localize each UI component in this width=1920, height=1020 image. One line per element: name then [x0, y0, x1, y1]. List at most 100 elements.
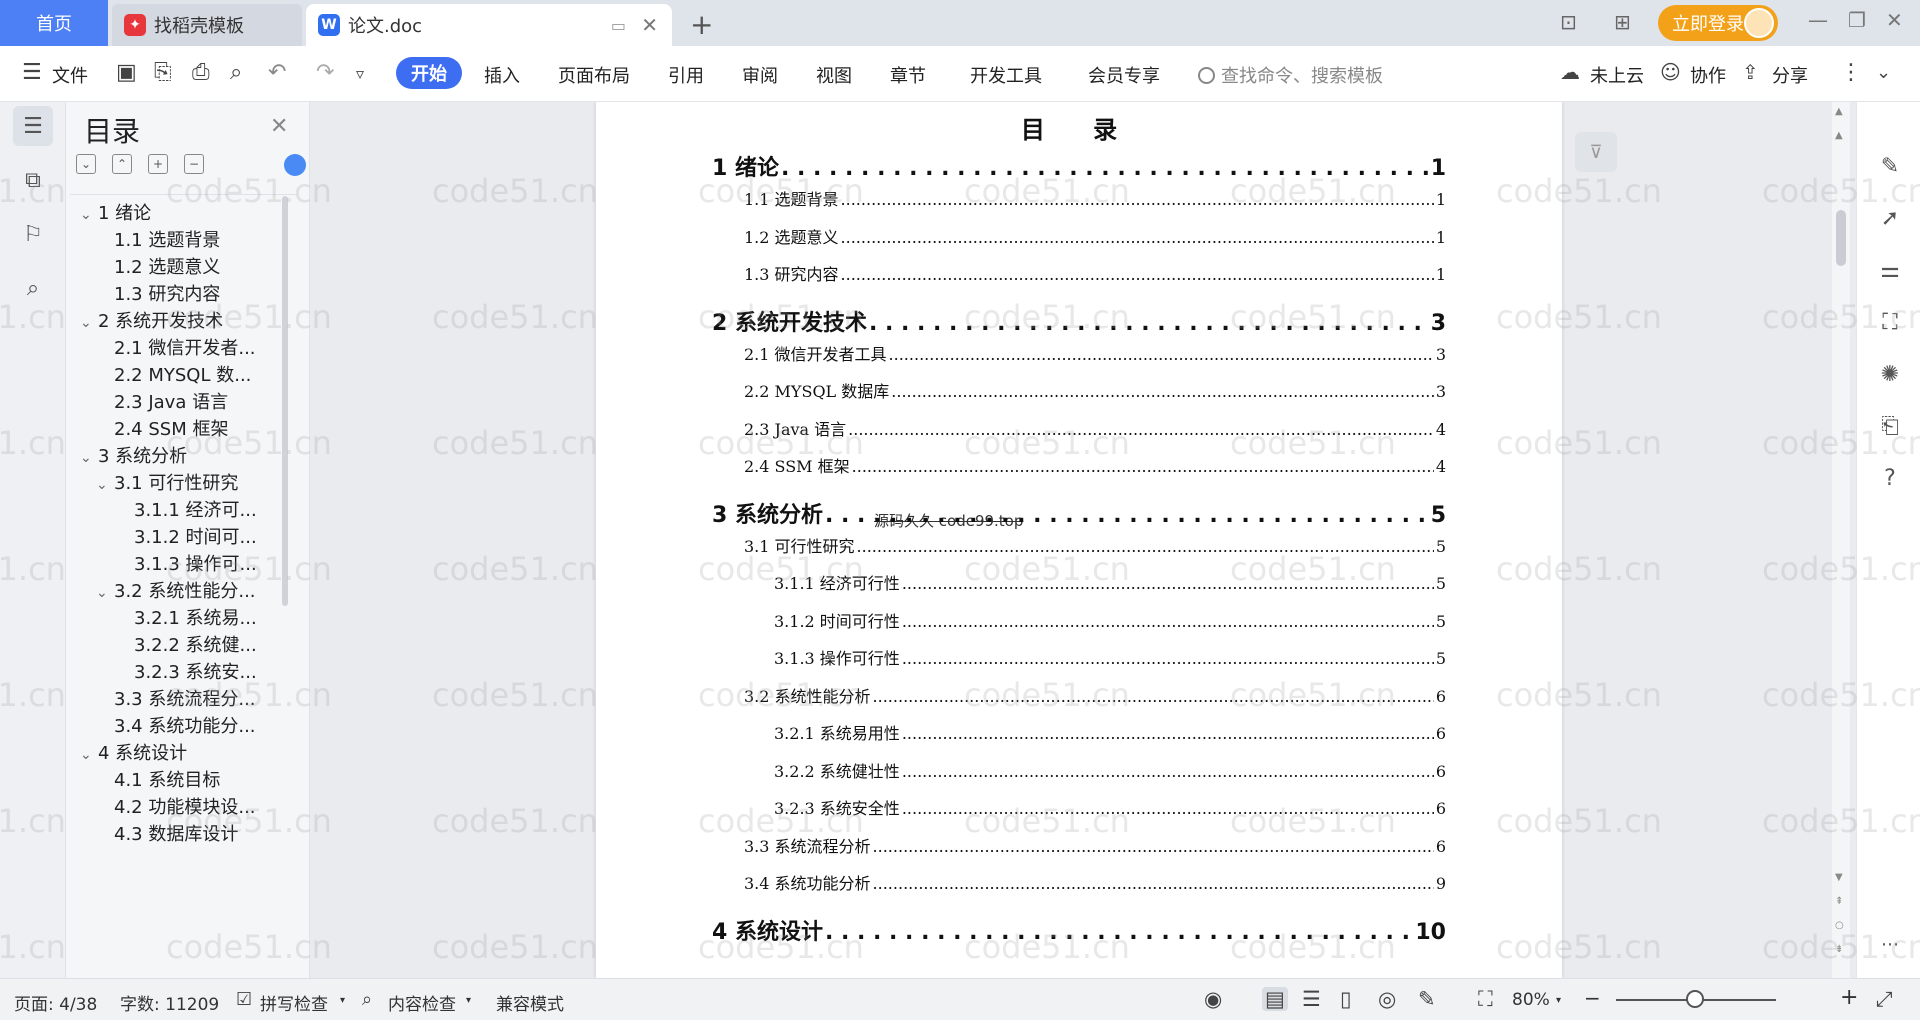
chevron-down-icon[interactable]: ⌄	[96, 477, 114, 493]
print-icon[interactable]: ⎙	[192, 60, 210, 85]
file-menu[interactable]: 文件	[52, 62, 88, 88]
toc-tree-item[interactable]: 2.2 MYSQL 数...	[114, 361, 296, 391]
toc-tree-item[interactable]: ⌄ 4 系统设计	[80, 739, 296, 769]
chevron-down-icon[interactable]: ⌄	[80, 315, 98, 331]
cloud-status[interactable]: 未上云	[1590, 62, 1644, 88]
ai-icon[interactable]: ✺	[1877, 362, 1903, 387]
toc-entry[interactable]: 2.3 Java 语言.............................…	[744, 416, 1446, 440]
add-heading-icon[interactable]: +	[148, 154, 168, 174]
chevron-down-icon[interactable]: ⌄	[80, 747, 98, 763]
toc-entry[interactable]: 2 系统开发技术 . . . . . . . . . . . . . . . .…	[712, 305, 1446, 337]
content-check-button[interactable]: 内容检查	[388, 990, 456, 1015]
toc-tree-item[interactable]: 3.1.3 操作可...	[134, 550, 296, 580]
select-cursor-icon[interactable]: ➚	[1877, 206, 1903, 231]
layout-icon[interactable]: ⊡	[1560, 10, 1577, 34]
toc-tree-item[interactable]: 2.3 Java 语言	[114, 388, 296, 418]
read-view-icon[interactable]: ▯	[1340, 987, 1352, 1011]
toc-tree-item[interactable]: 3.2.1 系统易...	[134, 604, 296, 634]
help-icon[interactable]: ?	[1877, 466, 1903, 491]
toc-entry[interactable]: 3.3 系统流程分析..............................…	[744, 833, 1446, 857]
chevron-down-icon[interactable]: ⌄	[80, 207, 98, 223]
page-indicator[interactable]: 页面: 4/38	[14, 990, 97, 1015]
write-view-icon[interactable]: ✎	[1418, 987, 1436, 1011]
tab-home[interactable]: 首页	[0, 0, 108, 46]
close-icon[interactable]: ✕	[270, 114, 288, 139]
collapse-ribbon-icon[interactable]: ⌄	[1876, 62, 1891, 83]
quick-access-dropdown-icon[interactable]: ▿	[356, 64, 364, 83]
toc-entry[interactable]: 3.1.1 经济可行性.............................…	[774, 570, 1446, 594]
toc-tree-item[interactable]: 3.4 系统功能分...	[114, 712, 296, 742]
ribbon-tab-developer[interactable]: 开发工具	[970, 62, 1042, 88]
share-button[interactable]: 分享	[1772, 62, 1808, 88]
zoom-slider-knob[interactable]	[1686, 990, 1704, 1008]
float-toolbar-toggle-icon[interactable]: ⊽	[1575, 132, 1617, 172]
minimize-icon[interactable]: —	[1808, 8, 1828, 32]
monitor-icon[interactable]: ▭	[611, 16, 626, 35]
document-page[interactable]: 目 录 源码久久 code99.top 1 绪论 . . . . . . . .…	[596, 102, 1562, 978]
toc-tree-item[interactable]: ⌄ 2 系统开发技术	[80, 307, 296, 337]
remove-heading-icon[interactable]: −	[184, 154, 204, 174]
toc-tree-item[interactable]: ⌄ 3 系统分析	[80, 442, 296, 472]
chevron-down-icon[interactable]: ▾	[340, 995, 345, 1006]
more-icon[interactable]: ⋯	[1877, 934, 1903, 955]
eye-protect-icon[interactable]: ◉	[1204, 987, 1222, 1011]
expand-all-icon[interactable]: ⌄	[76, 154, 96, 174]
cloud-icon[interactable]: ☁	[1560, 60, 1580, 84]
toc-tree-item[interactable]: 4.2 功能模块设...	[114, 793, 296, 823]
fullscreen-icon[interactable]: ⤢	[1876, 987, 1893, 1012]
outline-icon[interactable]: ⧉	[13, 160, 53, 200]
restore-icon[interactable]: ❐	[1848, 8, 1866, 32]
ribbon-tab-references[interactable]: 引用	[668, 62, 704, 88]
scroll-down-icon[interactable]: ▼	[1835, 872, 1843, 883]
find-icon[interactable]: ⌕	[13, 268, 53, 308]
menu-icon[interactable]: ☰	[22, 60, 42, 85]
ai-assistant-icon[interactable]	[284, 154, 306, 176]
new-tab-icon[interactable]: +	[690, 8, 713, 41]
collapse-all-icon[interactable]: ⌃	[112, 154, 132, 174]
apps-grid-icon[interactable]: ⊞	[1614, 10, 1631, 34]
toc-entry[interactable]: 3.1.3 操作可行性.............................…	[774, 645, 1446, 669]
select-browse-icon[interactable]: ○	[1835, 920, 1844, 931]
scroll-up-icon[interactable]: ▲	[1835, 130, 1843, 141]
web-view-icon[interactable]: ◎	[1378, 987, 1396, 1011]
vertical-scrollbar[interactable]: ▲ ▲ ▼ ⇞ ○ ⇟	[1832, 102, 1850, 978]
chevron-down-icon[interactable]: ▾	[1556, 995, 1561, 1006]
toc-tree-item[interactable]: ⌄ 3.1 可行性研究	[96, 469, 296, 499]
toc-entry[interactable]: 1.3 研究内容................................…	[744, 261, 1446, 285]
page-view-icon[interactable]: ▤	[1262, 987, 1288, 1011]
ribbon-tab-start[interactable]: 开始	[396, 57, 462, 89]
prev-page-icon[interactable]: ⇞	[1835, 896, 1843, 907]
toc-tree-item[interactable]: 1.2 选题意义	[114, 253, 296, 283]
toc-entry[interactable]: 3.1 可行性研究...............................…	[744, 533, 1446, 557]
export-pdf-icon[interactable]: ⎘	[154, 60, 172, 85]
toc-entry[interactable]: 4 系统设计 . . . . . . . . . . . . . . . . .…	[712, 914, 1446, 946]
toc-panel-icon[interactable]: ☰	[13, 106, 53, 146]
outline-view-icon[interactable]: ☰	[1302, 987, 1321, 1011]
ribbon-tab-chapter[interactable]: 章节	[890, 62, 926, 88]
toc-entry[interactable]: 3.2.2 系统健壮性.............................…	[774, 758, 1446, 782]
toc-tree-item[interactable]: 3.3 系统流程分...	[114, 685, 296, 715]
ribbon-tab-page-layout[interactable]: 页面布局	[558, 62, 630, 88]
chevron-down-icon[interactable]: ⌄	[80, 450, 98, 466]
toc-tree-item[interactable]: ⌄ 1 绪论	[80, 199, 296, 229]
toc-scrollbar[interactable]	[282, 196, 288, 606]
toc-tree-item[interactable]: 4.1 系统目标	[114, 766, 296, 796]
spell-check-button[interactable]: 拼写检查	[260, 990, 328, 1015]
zoom-out-icon[interactable]: −	[1584, 986, 1601, 1010]
toc-entry[interactable]: 3.2.3 系统安全性.............................…	[774, 795, 1446, 819]
toc-tree-item[interactable]: 2.1 微信开发者...	[114, 334, 296, 364]
tab-document[interactable]: W 论文.doc ▭ ✕	[306, 4, 672, 46]
command-search[interactable]: 查找命令、搜索模板	[1198, 62, 1383, 88]
toc-tree-item[interactable]: 3.1.1 经济可...	[134, 496, 296, 526]
toc-entry[interactable]: 2.4 SSM 框架..............................…	[744, 453, 1446, 477]
toc-entry[interactable]: 3.4 系统功能分析..............................…	[744, 870, 1446, 894]
scrollbar-thumb[interactable]	[1836, 210, 1846, 266]
scroll-top-icon[interactable]: ▲	[1835, 106, 1843, 117]
toc-entry[interactable]: 3.2 系统性能分析..............................…	[744, 683, 1446, 707]
tab-docer-templates[interactable]: ✦ 找稻壳模板	[112, 4, 302, 46]
close-window-icon[interactable]: ✕	[1886, 8, 1903, 32]
ribbon-tab-insert[interactable]: 插入	[484, 62, 520, 88]
toc-tree-item[interactable]: 3.1.2 时间可...	[134, 523, 296, 553]
chevron-down-icon[interactable]: ▾	[466, 995, 471, 1006]
toc-entry[interactable]: 1.1 选题背景................................…	[744, 186, 1446, 210]
